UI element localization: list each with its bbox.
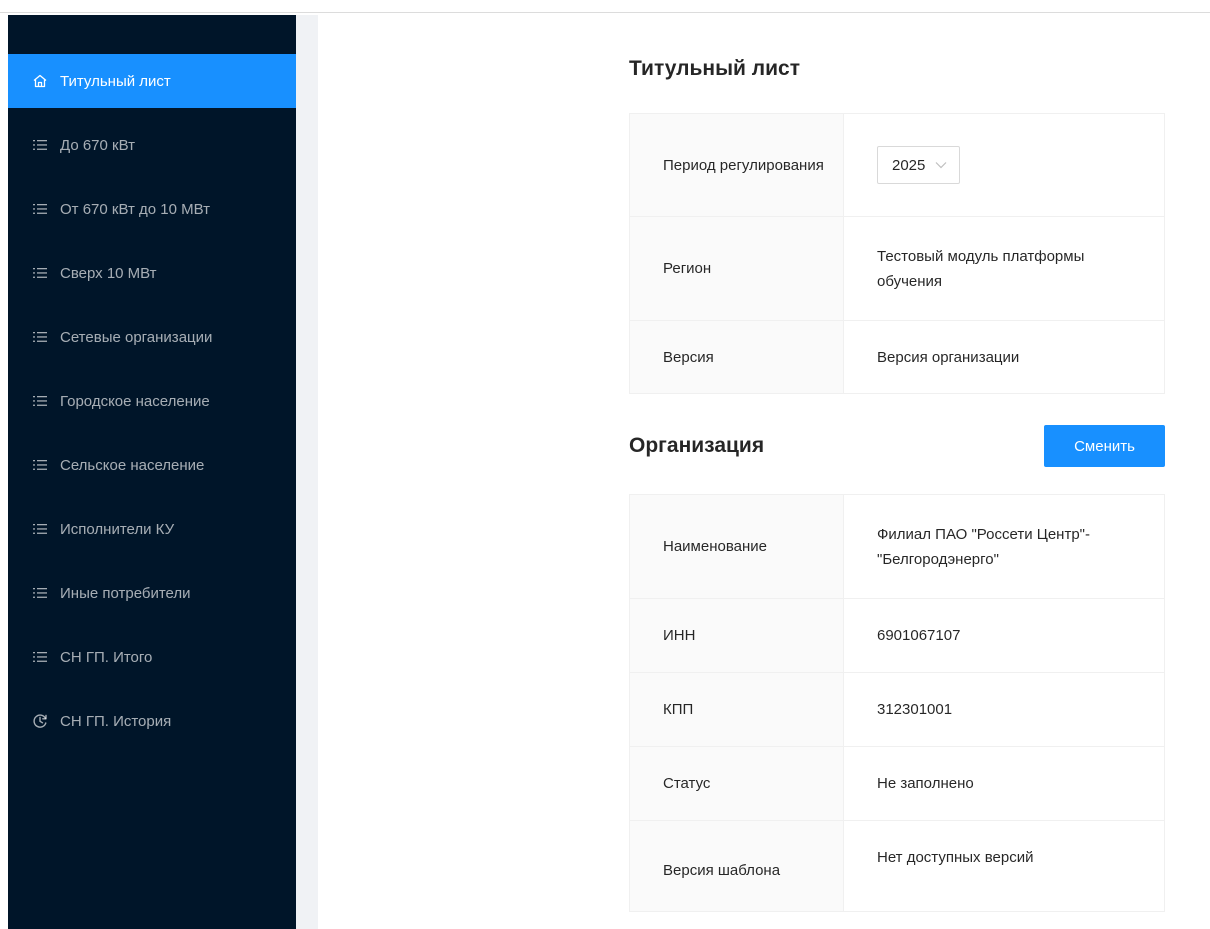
table-row: ИНН 6901067107 (629, 598, 1165, 673)
organization-table: Наименование Филиал ПАО "Россети Центр"-… (629, 494, 1165, 912)
kpp-value: 312301001 (843, 672, 1165, 747)
period-select-value: 2025 (892, 156, 926, 174)
table-row: Период регулирования 2025 (629, 113, 1165, 217)
sidebar-item-label: Сверх 10 МВт (60, 264, 157, 282)
sidebar-item-rural-population[interactable]: Сельское население (8, 438, 296, 492)
sidebar-item-up-to-670kw[interactable]: До 670 кВт (8, 118, 296, 172)
sidebar-item-utility-providers[interactable]: Исполнители КУ (8, 502, 296, 556)
list-icon (32, 521, 48, 537)
sidebar-item-over-10mw[interactable]: Сверх 10 МВт (8, 246, 296, 300)
sidebar-item-label: СН ГП. Итого (60, 648, 153, 666)
table-row: Наименование Филиал ПАО "Россети Центр"-… (629, 494, 1165, 599)
period-select[interactable]: 2025 (877, 146, 961, 184)
org-name-value: Филиал ПАО "Россети Центр"-"Белгородэнер… (843, 494, 1165, 599)
sidebar-item-label: Сетевые организации (60, 328, 213, 346)
version-value: Версия организации (843, 320, 1165, 394)
table-row: КПП 312301001 (629, 672, 1165, 747)
change-organization-button[interactable]: Сменить (1044, 425, 1165, 467)
home-icon (32, 73, 48, 89)
sidebar-item-total[interactable]: СН ГП. Итого (8, 630, 296, 684)
sidebar-item-label: СН ГП. История (60, 712, 172, 730)
list-icon (32, 457, 48, 473)
region-value: Тестовый модуль платформы обучения (843, 216, 1165, 321)
sidebar-item-network-orgs[interactable]: Сетевые организации (8, 310, 296, 364)
list-icon (32, 393, 48, 409)
template-version-value: Нет доступных версий (843, 820, 1165, 912)
inn-value: 6901067107 (843, 598, 1165, 673)
layout-gutter (296, 15, 318, 929)
status-label: Статус (629, 746, 844, 821)
list-icon (32, 649, 48, 665)
period-cell: 2025 (843, 113, 1165, 217)
sidebar-item-history[interactable]: СН ГП. История (8, 694, 296, 748)
top-divider (0, 12, 1210, 13)
title-section-heading: Титульный лист (629, 57, 800, 80)
sidebar-item-label: До 670 кВт (60, 136, 135, 154)
table-row: Статус Не заполнено (629, 746, 1165, 821)
list-icon (32, 265, 48, 281)
kpp-label: КПП (629, 672, 844, 747)
sidebar-item-label: Городское население (60, 392, 210, 410)
sidebar-item-label: Сельское население (60, 456, 205, 474)
sidebar-item-label: Исполнители КУ (60, 520, 175, 538)
table-row: Версия шаблона Нет доступных версий (629, 820, 1165, 912)
title-info-table: Период регулирования 2025 Регион Тестовы… (629, 113, 1165, 394)
list-icon (32, 137, 48, 153)
inn-label: ИНН (629, 598, 844, 673)
org-name-label: Наименование (629, 494, 844, 599)
sidebar-item-label: Иные потребители (60, 584, 191, 602)
sidebar-item-label: От 670 кВт до 10 МВт (60, 200, 210, 218)
table-row: Версия Версия организации (629, 320, 1165, 394)
template-version-label: Версия шаблона (629, 820, 844, 912)
sidebar-menu: Титульный лист До 670 кВт От 670 кВт до … (8, 54, 296, 758)
list-icon (32, 201, 48, 217)
sidebar-item-other-consumers[interactable]: Иные потребители (8, 566, 296, 620)
history-icon (32, 713, 48, 729)
status-value: Не заполнено (843, 746, 1165, 821)
table-row: Регион Тестовый модуль платформы обучени… (629, 216, 1165, 321)
organization-heading: Организация (629, 434, 765, 457)
sidebar-item-title-page[interactable]: Титульный лист (8, 54, 296, 108)
list-icon (32, 585, 48, 601)
sidebar-item-670kw-to-10mw[interactable]: От 670 кВт до 10 МВт (8, 182, 296, 236)
sidebar: Титульный лист До 670 кВт От 670 кВт до … (8, 15, 296, 929)
sidebar-item-urban-population[interactable]: Городское население (8, 374, 296, 428)
sidebar-item-label: Титульный лист (60, 72, 171, 90)
version-label: Версия (629, 320, 844, 394)
region-label: Регион (629, 216, 844, 321)
period-label: Период регулирования (629, 113, 844, 217)
chevron-down-icon (935, 161, 947, 169)
list-icon (32, 329, 48, 345)
